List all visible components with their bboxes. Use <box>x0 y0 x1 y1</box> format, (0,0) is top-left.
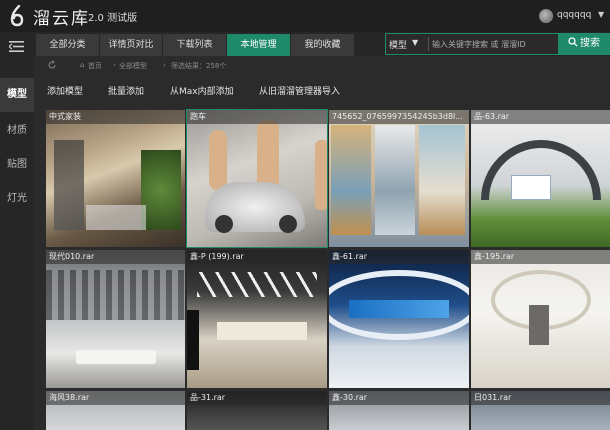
tile-label: 鑫-30.rar <box>329 391 469 405</box>
tile-label: 现代010.rar <box>46 250 185 264</box>
breadcrumb-home[interactable]: 首页 <box>88 61 102 71</box>
refresh-icon[interactable] <box>47 60 57 70</box>
app-version: 2.0 测试版 <box>88 13 138 24</box>
search-icon <box>568 37 578 47</box>
breadcrumb-separator: › <box>113 61 116 69</box>
breadcrumb-result: 筛选结果：258个 <box>171 62 227 70</box>
collapse-menu-icon[interactable] <box>9 41 24 52</box>
tile-label: 品-31.rar <box>187 391 327 405</box>
model-tile[interactable]: 品-63.rar <box>471 110 610 247</box>
logo-icon <box>10 5 24 27</box>
avatar[interactable] <box>539 9 553 23</box>
chevron-down-icon[interactable]: ▼ <box>598 10 604 19</box>
username[interactable]: qqqqqq <box>557 10 591 20</box>
tab-detail-compare[interactable]: 详情页对比 <box>100 34 162 56</box>
search-divider <box>428 37 429 51</box>
tab-favorites[interactable]: 我的收藏 <box>291 34 354 56</box>
model-tile[interactable]: 日031.rar <box>471 391 610 430</box>
model-tile[interactable]: 鑫-30.rar <box>329 391 469 430</box>
tile-label: 745652_0765997354245b3d8l... <box>329 110 469 124</box>
tile-label: 跑车 <box>187 110 327 124</box>
add-from-max-button[interactable]: 从Max内部添加 <box>170 84 234 97</box>
import-old-manager-button[interactable]: 从旧溜溜管理器导入 <box>259 84 340 97</box>
breadcrumb-section[interactable]: 全部模型 <box>119 61 147 71</box>
model-tile[interactable]: 海风38.rar <box>46 391 185 430</box>
tile-label: 品-63.rar <box>471 110 610 124</box>
app-window: 溜云库 2.0 测试版 qqqqqq ▼ 模型 材质 贴图 灯光 全部分类 详情… <box>0 0 610 430</box>
tile-label: 鑫-61.rar <box>329 250 469 264</box>
tab-all-categories[interactable]: 全部分类 <box>36 34 99 56</box>
model-tile[interactable]: 跑车 <box>186 109 328 248</box>
model-tile[interactable]: 745652_0765997354245b3d8l... <box>329 110 469 247</box>
rail-item-materials[interactable]: 材质 <box>0 114 34 148</box>
search-button[interactable]: 搜索 <box>558 33 610 55</box>
search-button-label: 搜索 <box>580 38 600 49</box>
tile-label: 海风38.rar <box>46 391 185 405</box>
chevron-down-icon[interactable]: ▼ <box>412 38 418 47</box>
model-tile[interactable]: 鑫-61.rar <box>329 250 469 388</box>
app-name: 溜云库 <box>33 9 90 29</box>
model-tile[interactable]: 中式家装 <box>46 110 185 247</box>
tile-label: 鑫-P (199).rar <box>187 250 327 264</box>
tile-label: 中式家装 <box>46 110 185 124</box>
tile-label: 鑫-195.rar <box>471 250 610 264</box>
rail-item-textures[interactable]: 贴图 <box>0 148 34 182</box>
model-tile[interactable]: 鑫-P (199).rar <box>187 250 327 388</box>
batch-add-button[interactable]: 批量添加 <box>108 84 144 97</box>
rail-item-models[interactable]: 模型 <box>0 78 34 112</box>
add-model-button[interactable]: 添加模型 <box>47 84 83 97</box>
model-tile[interactable]: 现代010.rar <box>46 250 185 388</box>
rail-item-lights[interactable]: 灯光 <box>0 182 34 216</box>
model-tile[interactable]: 品-31.rar <box>187 391 327 430</box>
home-icon[interactable]: ⌂ <box>80 61 84 69</box>
search-input[interactable] <box>432 35 557 53</box>
breadcrumb-separator: › <box>163 61 166 69</box>
search-category-select[interactable]: 模型 <box>389 38 407 51</box>
tab-downloads[interactable]: 下载列表 <box>163 34 226 56</box>
tile-label: 日031.rar <box>471 391 610 405</box>
model-tile[interactable]: 鑫-195.rar <box>471 250 610 388</box>
tab-local-manage[interactable]: 本地管理 <box>227 34 290 56</box>
